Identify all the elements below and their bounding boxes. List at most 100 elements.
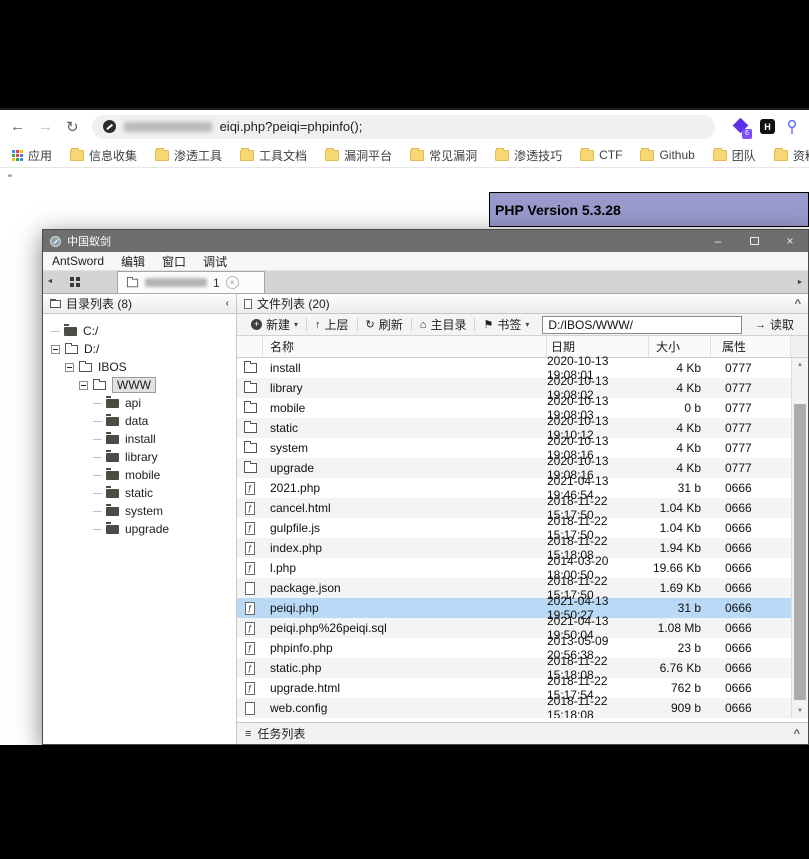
refresh-button[interactable]: ↻ 刷新 [358,315,411,335]
file-row[interactable]: library2020-10-13 19:08:024 Kb0777 [237,378,791,398]
tab-grid-button[interactable] [57,270,93,293]
reload-icon[interactable]: ↻ [66,118,79,136]
forward-icon[interactable]: → [38,118,53,135]
bookmark-folder-item[interactable]: CTF [580,147,622,164]
bookmark-button[interactable]: ⚑ 书签 ▾ [475,315,537,335]
maximize-button[interactable] [736,230,772,252]
bookmark-folder-item[interactable]: 渗透技巧 [495,147,562,164]
refresh-button-label: 刷新 [379,316,403,333]
bookmark-folder-item[interactable]: 常见漏洞 [410,147,477,164]
menu-item[interactable]: 编辑 [121,253,145,270]
file-row[interactable]: peiqi.php2021-04-13 19:50:2731 b0666 [237,598,791,618]
tree-item[interactable]: mobile [43,466,236,484]
tree-item[interactable]: install [43,430,236,448]
tree-item[interactable]: api [43,394,236,412]
window-titlebar[interactable]: 中国蚁剑 – × [43,230,808,252]
tree-item[interactable]: upgrade [43,520,236,538]
file-row[interactable]: phpinfo.php2013-05-09 20:56:3823 b0666 [237,638,791,658]
home-button-label: 主目录 [430,316,466,333]
file-row[interactable]: index.php2018-11-22 15:18:081.94 Kb0666 [237,538,791,558]
close-button[interactable]: × [772,230,808,252]
folder-icon [410,150,424,161]
file-row[interactable]: upgrade2020-10-13 19:08:164 Kb0777 [237,458,791,478]
name-column-header[interactable]: 名称 [263,336,547,357]
file-row[interactable]: system2020-10-13 19:08:164 Kb0777 [237,438,791,458]
file-row[interactable]: mobile2020-10-13 19:08:030 b0777 [237,398,791,418]
folder-icon [65,345,78,354]
tree-item[interactable]: WWW [43,376,236,394]
site-info-icon[interactable] [103,120,116,133]
path-input[interactable] [542,316,742,334]
url-bar[interactable]: eiqi.php?peiqi=phpinfo(); [92,115,715,139]
bookmark-folder-item[interactable]: 团队 [713,147,756,164]
bookmark-folder-item[interactable]: 资料文库 [774,147,809,164]
directory-panel: 目录列表 (8) ‹ C:/D:/IBOSWWWapidatainstallli… [43,294,237,744]
tree-expander-icon[interactable] [65,363,74,372]
script-file-icon [245,602,255,615]
proxy-extension-icon[interactable]: 6 [732,118,750,136]
file-row[interactable]: web.config2018-11-22 15:18:08909 b0666 [237,698,791,718]
tree-item[interactable]: static [43,484,236,502]
up-level-button[interactable]: ↑ 上层 [307,315,357,335]
minimize-button[interactable]: – [700,230,736,252]
home-dir-button[interactable]: ⌂ 主目录 [412,315,475,335]
bookmark-folder-item[interactable]: 信息收集 [70,147,137,164]
bookmark-folder-item[interactable]: 渗透工具 [155,147,222,164]
menu-item[interactable]: AntSword [52,254,104,268]
new-button[interactable]: + 新建 ▾ [243,315,306,335]
url-text[interactable]: eiqi.php?peiqi=phpinfo(); [220,119,363,134]
tree-item[interactable]: library [43,448,236,466]
bookmark-folder-item[interactable]: 工具文档 [240,147,307,164]
file-row[interactable]: static.php2018-11-22 15:18:086.76 Kb0666 [237,658,791,678]
tab-scroll-right-icon[interactable]: ► [793,271,807,294]
file-icon [245,582,255,595]
file-row[interactable]: peiqi.php%26peiqi.sql2021-04-13 19:50:04… [237,618,791,638]
scroll-down-icon[interactable]: ▼ [792,704,808,718]
hackbar-extension-icon[interactable]: H [760,119,775,134]
tree-expander-icon[interactable] [51,345,60,354]
bookmark-folder-item[interactable]: 漏洞平台 [325,147,392,164]
file-row[interactable]: gulpfile.js2018-11-22 15:17:501.04 Kb066… [237,518,791,538]
tab-scroll-left-icon[interactable]: ◄ [43,270,57,293]
attr-column-header[interactable]: 属性 [711,336,791,357]
file-row[interactable]: static2020-10-13 19:10:124 Kb0777 [237,418,791,438]
file-row[interactable]: l.php2014-03-20 18:00:5019.66 Kb0666 [237,558,791,578]
file-name: phpinfo.php [263,641,547,655]
tree-item-label: D:/ [84,342,99,356]
read-button[interactable]: → 读取 [747,315,802,335]
tab-close-icon[interactable]: × [226,276,239,289]
shell-tab[interactable]: 1 × [117,271,265,293]
file-row[interactable]: upgrade.html2018-11-22 15:17:54762 b0666 [237,678,791,698]
file-row[interactable]: cancel.html2018-11-22 15:17:501.04 Kb066… [237,498,791,518]
scroll-up-icon[interactable]: ▲ [792,358,808,372]
tree-item[interactable]: data [43,412,236,430]
size-column-header[interactable]: 大小 [649,336,711,357]
tree-item[interactable]: system [43,502,236,520]
file-row[interactable]: 2021.php2021-04-13 19:46:5431 b0666 [237,478,791,498]
bookmark-folder-item[interactable]: Github [640,147,694,164]
back-icon[interactable]: ← [10,118,25,135]
window-main: 目录列表 (8) ‹ C:/D:/IBOSWWWapidatainstallli… [43,294,808,744]
bookmark-apps[interactable]: 应用 [12,147,52,164]
file-row[interactable]: install2020-10-13 19:08:014 Kb0777 [237,358,791,378]
up-button-label: 上层 [325,316,349,333]
icon-column-header[interactable] [237,336,263,357]
folder-icon [580,150,594,161]
vertical-scrollbar[interactable]: ▲ ▼ [791,358,808,718]
task-list-bar[interactable]: ≡ 任务列表 ^ [237,722,808,744]
tree-item[interactable]: D:/ [43,340,236,358]
tree-expander-icon[interactable] [79,381,88,390]
refresh-icon: ↻ [366,318,375,331]
pin-extension-icon[interactable] [785,119,799,135]
menu-item[interactable]: 调试 [203,253,227,270]
menu-item[interactable]: 窗口 [162,253,186,270]
file-row[interactable]: package.json2018-11-22 15:17:501.69 Kb06… [237,578,791,598]
file-icon-cell [237,662,263,675]
scrollbar-thumb[interactable] [794,404,806,700]
task-list-icon: ≡ [245,728,251,740]
expand-tasks-icon[interactable]: ^ [794,728,800,740]
collapse-files-icon[interactable]: ^ [795,298,801,310]
tree-item[interactable]: IBOS [43,358,236,376]
collapse-panel-icon[interactable]: ‹ [226,298,229,309]
tree-item[interactable]: C:/ [43,322,236,340]
